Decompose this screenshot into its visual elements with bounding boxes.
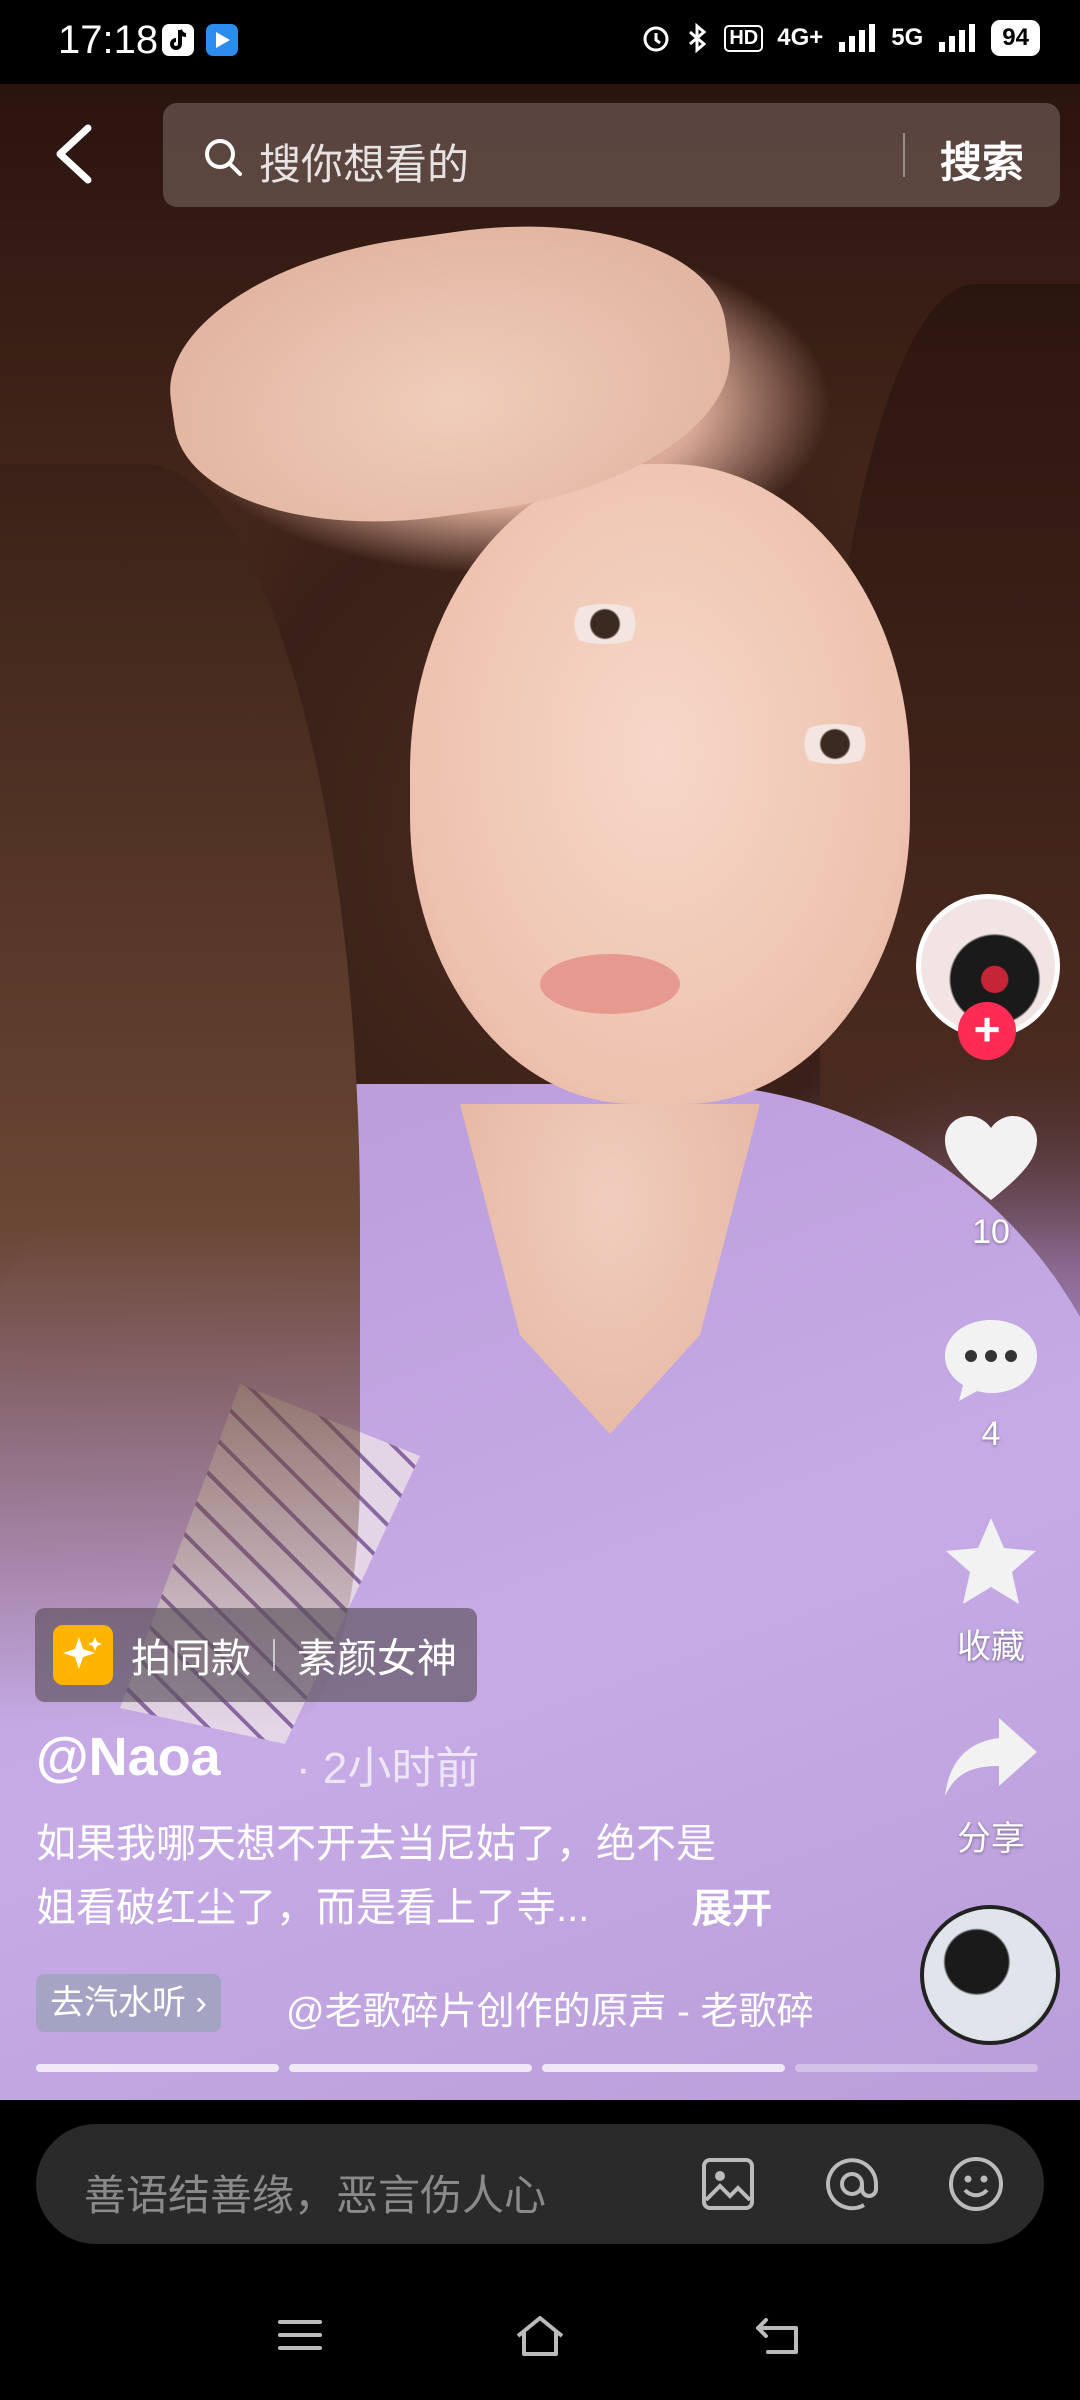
image-icon[interactable] — [698, 2154, 758, 2214]
app-notification-icon — [206, 24, 238, 56]
back-icon[interactable] — [52, 122, 96, 186]
battery-indicator: 94 — [991, 20, 1040, 56]
heart-icon — [945, 1116, 1037, 1200]
hd-badge: HD — [724, 24, 764, 52]
star-icon — [946, 1518, 1036, 1604]
video-player[interactable] — [0, 84, 1080, 2100]
caption-line1: 如果我哪天想不开去当尼姑了，绝不是 — [36, 1822, 716, 1866]
network-4g: 4G+ — [777, 24, 824, 51]
douyin-notification-icon — [162, 24, 194, 56]
template-label: 拍同款 — [131, 1637, 251, 1681]
comment-count: 4 — [981, 1415, 1001, 1453]
share-icon — [945, 1718, 1037, 1796]
progress-segment — [795, 2064, 1038, 2072]
return-icon[interactable] — [752, 2310, 808, 2360]
sparkle-icon — [53, 1625, 113, 1685]
like-count: 10 — [972, 1213, 1010, 1251]
bluetooth-icon — [689, 22, 707, 54]
share-button[interactable]: 分享 — [921, 1712, 1061, 1860]
at-icon[interactable] — [822, 2154, 882, 2214]
progress-segment — [36, 2064, 279, 2072]
status-indicators: HD 4G+ 5G 94 — [640, 20, 1040, 56]
search-input[interactable]: 搜你想看的 — [259, 131, 469, 192]
system-nav-bar — [0, 2270, 1080, 2400]
comment-input-bar[interactable]: 善语结善缘，恶言伤人心 — [36, 2124, 1044, 2244]
status-bar: 17:18 HD 4G+ 5G 94 — [0, 0, 1080, 84]
signal-icon-2 — [939, 24, 976, 52]
comment-button[interactable]: 4 — [921, 1314, 1061, 1454]
comment-input[interactable]: 善语结善缘，恶言伤人心 — [84, 2162, 546, 2223]
progress-segment — [289, 2064, 532, 2072]
favorite-label: 收藏 — [957, 1628, 1025, 1666]
signal-icon — [839, 24, 876, 52]
network-5g: 5G — [891, 24, 924, 51]
search-divider — [903, 133, 905, 177]
search-icon — [205, 139, 242, 176]
progress-segment — [542, 2064, 785, 2072]
music-title[interactable]: @老歌碎片创作的原声 - 老歌碎片 — [286, 1980, 812, 2035]
like-button[interactable]: 10 — [921, 1112, 1061, 1252]
progress-bar — [36, 2064, 1038, 2072]
template-chip[interactable]: 拍同款 素颜女神 — [35, 1608, 477, 1702]
favorite-button[interactable]: 收藏 — [921, 1514, 1061, 1668]
alarm-icon — [643, 26, 669, 52]
status-time: 17:18 — [58, 18, 159, 62]
share-label: 分享 — [957, 1820, 1025, 1858]
follow-button[interactable]: + — [958, 1002, 1016, 1060]
qishui-listen-button[interactable]: 去汽水听 › — [36, 1974, 221, 2032]
post-time: · 2小时前 — [296, 1744, 480, 1793]
menu-icon[interactable] — [272, 2310, 328, 2360]
music-disc[interactable] — [920, 1905, 1060, 2045]
expand-button[interactable]: 展开 — [692, 1876, 772, 1934]
home-icon[interactable] — [512, 2310, 568, 2360]
comment-icon — [945, 1320, 1037, 1401]
emoji-icon[interactable] — [946, 2154, 1006, 2214]
search-bar[interactable]: 搜你想看的 搜索 — [163, 103, 1060, 207]
template-name: 素颜女神 — [297, 1637, 457, 1681]
search-button[interactable]: 搜索 — [940, 129, 1024, 190]
author-name[interactable]: @Naoa — [36, 1726, 221, 1788]
